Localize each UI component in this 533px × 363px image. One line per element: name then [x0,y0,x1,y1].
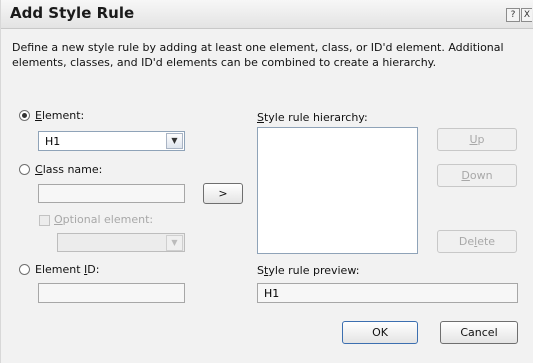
element-dropdown[interactable]: H1 ▼ [38,131,185,151]
add-style-rule-dialog: Add Style Rule ? X Define a new style ru… [0,0,533,363]
add-to-hierarchy-button[interactable]: > [203,183,243,204]
element-id-radio[interactable] [19,264,30,275]
close-button[interactable]: X [521,8,532,22]
down-button[interactable]: Down [437,164,517,187]
help-button[interactable]: ? [506,8,520,22]
class-name-input[interactable] [38,184,185,203]
dialog-description: Define a new style rule by adding at lea… [12,41,504,69]
delete-button[interactable]: Delete [437,230,517,253]
element-label: Element: [35,109,85,122]
optional-element-dropdown[interactable]: ▼ [57,233,185,252]
style-rule-hierarchy-list[interactable] [257,127,418,254]
element-dropdown-chevron-icon[interactable]: ▼ [166,133,183,149]
class-name-radio[interactable] [19,164,30,175]
ok-button[interactable]: OK [342,321,418,344]
optional-element-checkbox[interactable] [39,215,50,226]
dialog-title: Add Style Rule [10,4,135,22]
style-rule-preview-label: Style rule preview: [257,264,360,277]
title-bar[interactable]: Add Style Rule ? X [1,0,533,29]
optional-element-chevron-icon: ▼ [166,235,183,251]
element-radio[interactable] [19,110,30,121]
element-id-input[interactable] [38,283,185,303]
cancel-button[interactable]: Cancel [440,321,518,344]
class-name-label: Class name: [35,163,103,176]
up-button[interactable]: Up [437,128,517,151]
style-rule-preview-field: H1 [257,283,518,303]
optional-element-label: Optional element: [54,213,154,226]
style-rule-hierarchy-label: Style rule hierarchy: [257,111,368,124]
element-dropdown-value: H1 [45,135,61,148]
element-id-label: Element ID: [35,263,100,276]
